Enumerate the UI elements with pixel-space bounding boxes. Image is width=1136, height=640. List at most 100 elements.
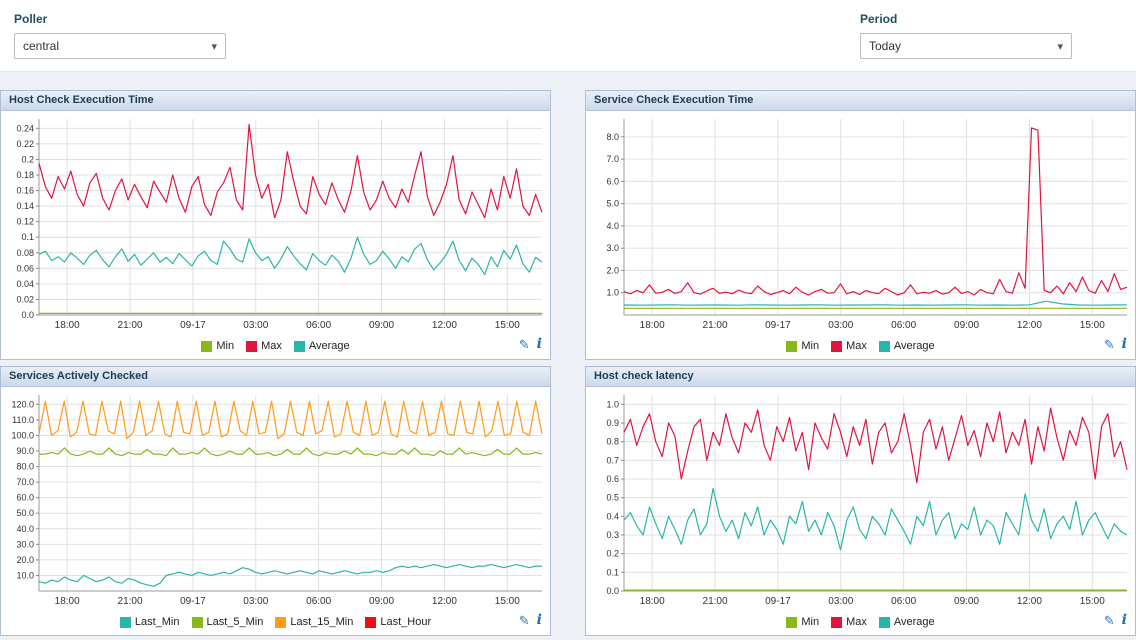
legend-swatch (879, 617, 890, 628)
panel-grid: Host Check Execution Time 18:0021:0009-1… (0, 90, 1136, 636)
svg-text:0.0: 0.0 (21, 310, 34, 320)
period-label: Period (860, 12, 1072, 26)
svg-text:30.0: 30.0 (16, 539, 34, 549)
chart-legend: Min Max Average (786, 340, 934, 352)
legend-label: Max (846, 616, 867, 628)
svg-text:1.0: 1.0 (606, 288, 619, 298)
legend-item-min[interactable]: Min (786, 340, 819, 352)
svg-text:100.0: 100.0 (11, 430, 34, 440)
info-icon[interactable]: i (1122, 337, 1127, 351)
svg-text:06:00: 06:00 (306, 596, 331, 607)
svg-text:0.4: 0.4 (606, 511, 619, 521)
legend-item-average[interactable]: Average (879, 340, 935, 352)
panel-title: Service Check Execution Time (586, 91, 1135, 111)
svg-text:10.0: 10.0 (16, 570, 34, 580)
filter-bar: Poller central ▾ Period Today ▾ (0, 0, 1136, 72)
panel-services-actively-checked: Services Actively Checked 18:0021:0009-1… (0, 366, 551, 636)
svg-text:18:00: 18:00 (640, 596, 665, 607)
legend-label: Min (801, 340, 819, 352)
legend-item-min[interactable]: Min (201, 340, 234, 352)
legend-label: Min (216, 340, 234, 352)
chart-canvas[interactable]: 18:0021:0009-1703:0006:0009:0012:0015:00… (586, 387, 1135, 609)
svg-text:09-17: 09-17 (765, 320, 791, 331)
svg-text:18:00: 18:00 (55, 596, 80, 607)
panel-icons: ✎ i (1104, 337, 1127, 351)
svg-text:09-17: 09-17 (180, 320, 206, 331)
panel-host-check-latency: Host check latency 18:0021:0009-1703:000… (585, 366, 1136, 636)
svg-text:15:00: 15:00 (495, 596, 520, 607)
svg-text:90.0: 90.0 (16, 446, 34, 456)
legend-item-average[interactable]: Average (294, 340, 350, 352)
legend-label: Average (894, 616, 935, 628)
legend-item-last_min[interactable]: Last_Min (120, 616, 180, 628)
chart-canvas[interactable]: 18:0021:0009-1703:0006:0009:0012:0015:00… (1, 111, 550, 333)
svg-text:09-17: 09-17 (765, 596, 791, 607)
svg-text:03:00: 03:00 (828, 320, 853, 331)
pencil-icon[interactable]: ✎ (1104, 614, 1115, 627)
legend-item-average[interactable]: Average (879, 616, 935, 628)
svg-text:18:00: 18:00 (55, 320, 80, 331)
legend-swatch (786, 341, 797, 352)
info-icon[interactable]: i (1122, 613, 1127, 627)
legend-swatch (831, 617, 842, 628)
legend-item-max[interactable]: Max (831, 340, 867, 352)
info-icon[interactable]: i (537, 337, 542, 351)
chart-canvas[interactable]: 18:0021:0009-1703:0006:0009:0012:0015:00… (586, 111, 1135, 333)
legend-label: Min (801, 616, 819, 628)
pencil-icon[interactable]: ✎ (519, 614, 530, 627)
panel-icons: ✎ i (519, 613, 542, 627)
legend-item-max[interactable]: Max (831, 616, 867, 628)
legend-swatch (365, 617, 376, 628)
chart-canvas[interactable]: 18:0021:0009-1703:0006:0009:0012:0015:00… (1, 387, 550, 609)
svg-text:21:00: 21:00 (703, 320, 728, 331)
svg-text:0.18: 0.18 (16, 170, 34, 180)
svg-text:21:00: 21:00 (118, 320, 143, 331)
svg-text:21:00: 21:00 (118, 596, 143, 607)
legend-label: Average (894, 340, 935, 352)
svg-text:06:00: 06:00 (306, 320, 331, 331)
poller-select-value: central (23, 39, 59, 53)
svg-text:09-17: 09-17 (180, 596, 206, 607)
svg-text:0.7: 0.7 (606, 455, 619, 465)
panel-icons: ✎ i (519, 337, 542, 351)
svg-text:09:00: 09:00 (369, 320, 394, 331)
svg-text:0.1: 0.1 (21, 232, 34, 242)
svg-text:0.3: 0.3 (606, 530, 619, 540)
svg-text:5.0: 5.0 (606, 199, 619, 209)
panel-host-check-execution-time: Host Check Execution Time 18:0021:0009-1… (0, 90, 551, 360)
legend-label: Last_5_Min (207, 616, 264, 628)
svg-text:70.0: 70.0 (16, 477, 34, 487)
legend-swatch (786, 617, 797, 628)
svg-text:60.0: 60.0 (16, 493, 34, 503)
legend-swatch (879, 341, 890, 352)
legend-swatch (120, 617, 131, 628)
chevron-down-icon: ▾ (1057, 40, 1063, 53)
pencil-icon[interactable]: ✎ (519, 338, 530, 351)
svg-text:0.06: 0.06 (16, 263, 34, 273)
svg-text:4.0: 4.0 (606, 221, 619, 231)
legend-label: Last_15_Min (290, 616, 353, 628)
svg-text:03:00: 03:00 (828, 596, 853, 607)
svg-text:80.0: 80.0 (16, 462, 34, 472)
svg-text:09:00: 09:00 (954, 320, 979, 331)
legend-item-last_5_min[interactable]: Last_5_Min (192, 616, 264, 628)
svg-text:15:00: 15:00 (1080, 320, 1105, 331)
svg-text:06:00: 06:00 (891, 596, 916, 607)
svg-text:15:00: 15:00 (495, 320, 520, 331)
svg-text:0.12: 0.12 (16, 217, 34, 227)
legend-swatch (201, 341, 212, 352)
svg-text:120.0: 120.0 (11, 399, 34, 409)
legend-item-min[interactable]: Min (786, 616, 819, 628)
svg-text:2.0: 2.0 (606, 265, 619, 275)
svg-text:0.22: 0.22 (16, 139, 34, 149)
pencil-icon[interactable]: ✎ (1104, 338, 1115, 351)
legend-item-max[interactable]: Max (246, 340, 282, 352)
svg-text:21:00: 21:00 (703, 596, 728, 607)
poller-select[interactable]: central ▾ (14, 33, 226, 59)
period-select[interactable]: Today ▾ (860, 33, 1072, 59)
info-icon[interactable]: i (537, 613, 542, 627)
svg-text:09:00: 09:00 (369, 596, 394, 607)
legend-item-last_15_min[interactable]: Last_15_Min (275, 616, 353, 628)
chevron-down-icon: ▾ (211, 40, 217, 53)
legend-item-last_hour[interactable]: Last_Hour (365, 616, 431, 628)
